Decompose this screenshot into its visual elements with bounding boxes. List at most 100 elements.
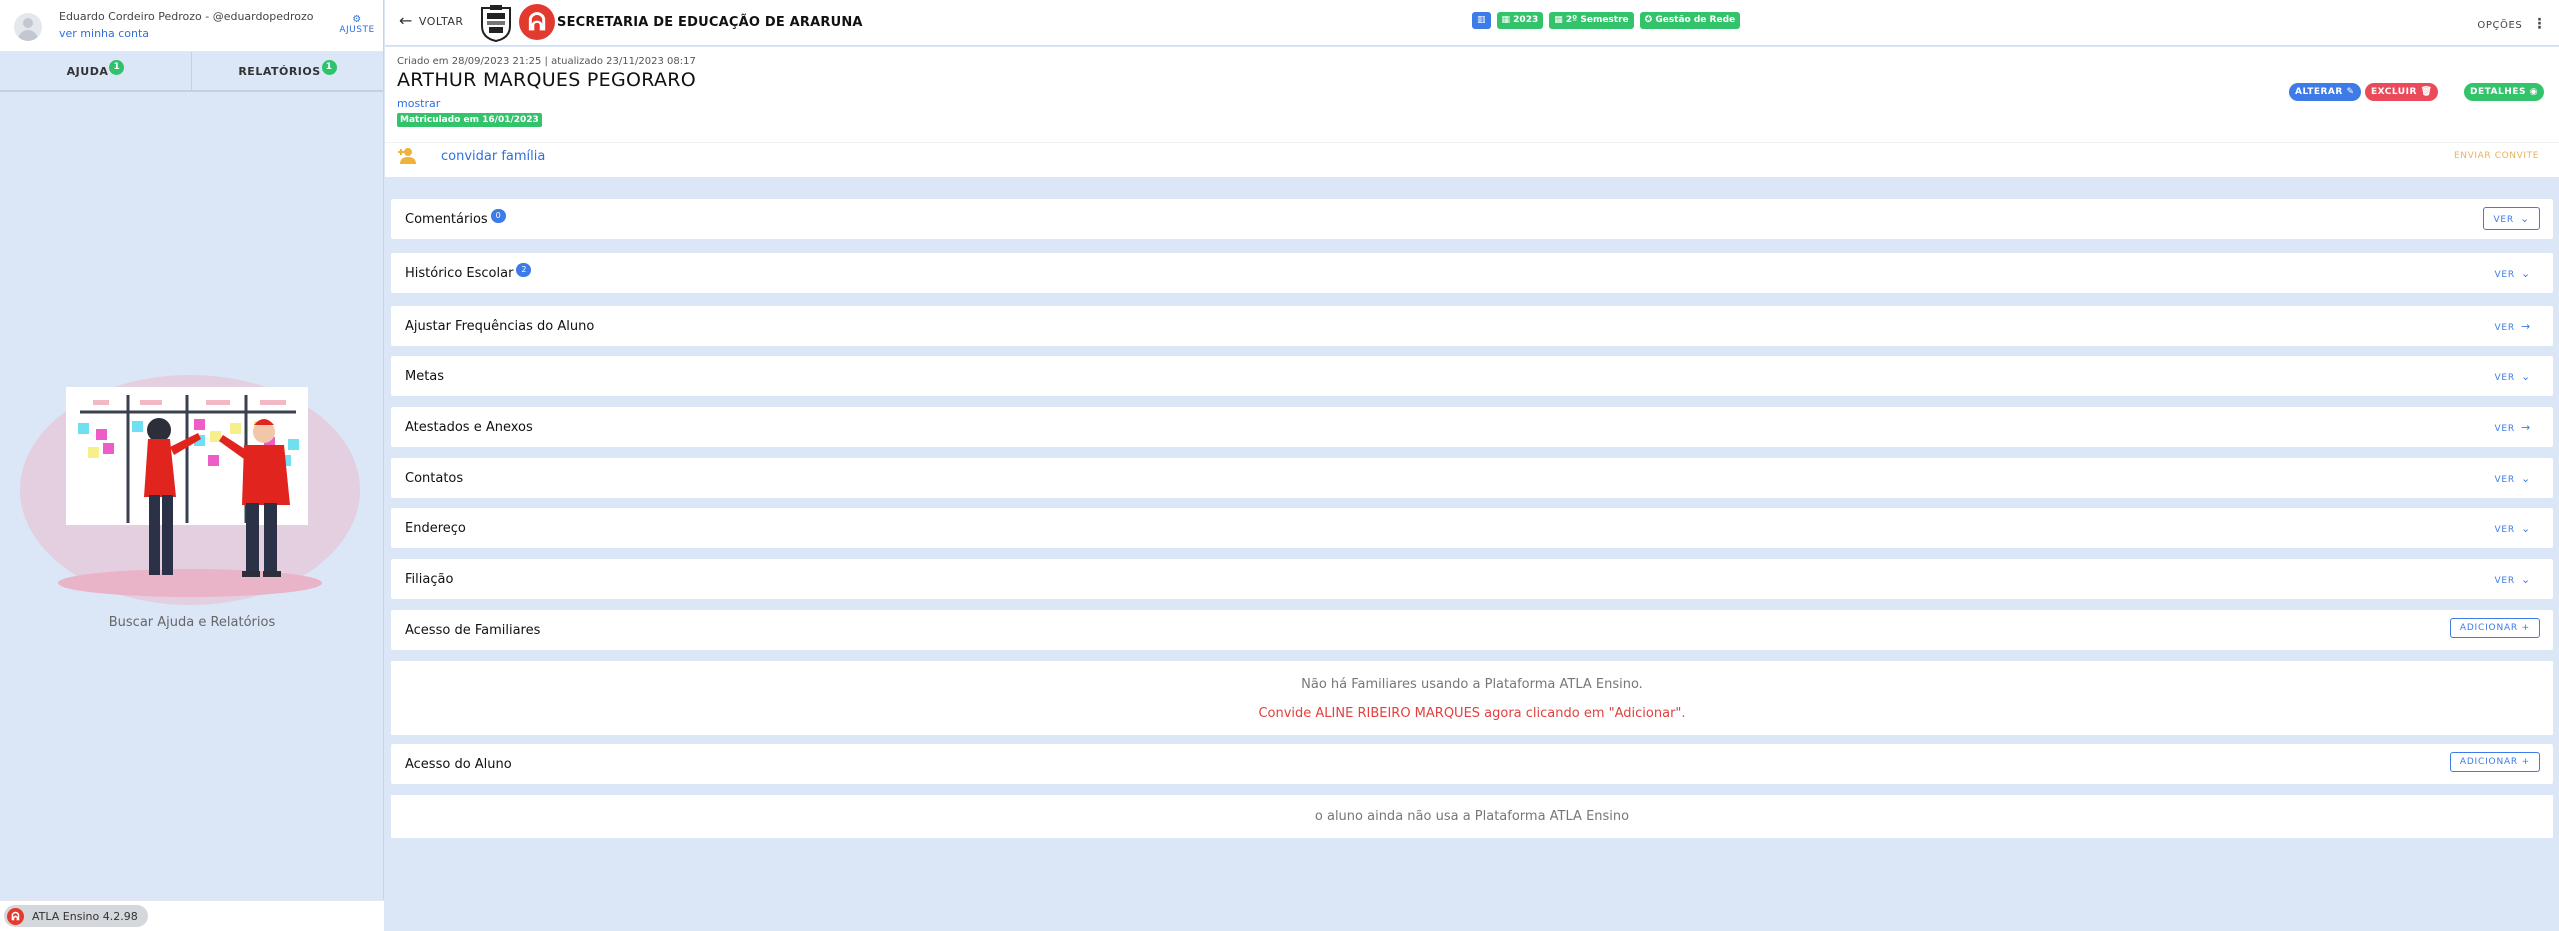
student-meta: Criado em 28/09/2023 21:25 | atualizado … xyxy=(397,56,696,67)
section-comments[interactable]: Comentários 0 VER ⌄ xyxy=(391,199,2553,239)
atla-brand-logo-icon[interactable]: ᕱ xyxy=(519,4,555,40)
student-header: Criado em 28/09/2023 21:25 | atualizado … xyxy=(385,47,2559,177)
network-chip[interactable]: ✪ Gestão de Rede xyxy=(1639,12,1741,29)
options-menu[interactable]: OPÇÕES ⋮ xyxy=(2477,16,2547,32)
avatar[interactable] xyxy=(14,13,42,41)
view-comments-label: VER xyxy=(2493,215,2514,225)
add-student-access-button[interactable]: ADICIONAR + xyxy=(2449,752,2540,772)
chart-icon: ▥ xyxy=(1477,15,1486,25)
semester-chip[interactable]: ▦ 2º Semestre xyxy=(1549,12,1634,29)
add-family-label: ADICIONAR xyxy=(2459,623,2518,633)
version-label: ATLA Ensino 4.2.98 xyxy=(32,909,138,923)
view-goals-label: VER xyxy=(2494,373,2515,383)
section-parentage-title: Filiação xyxy=(405,572,454,587)
year-chip[interactable]: ▦ 2023 xyxy=(1496,12,1544,29)
view-attendance-label: VER xyxy=(2494,323,2515,333)
section-certificates-title: Atestados e Anexos xyxy=(405,420,533,435)
arrow-right-icon: → xyxy=(2520,320,2531,333)
back-label: VOLTAR xyxy=(418,14,464,28)
calendar-icon: ▦ xyxy=(1501,15,1511,25)
my-account-link[interactable]: ver minha conta xyxy=(59,27,149,40)
kebab-menu-icon: ⋮ xyxy=(2532,16,2547,32)
family-access-panel: Não há Familiares usando a Plataforma AT… xyxy=(391,661,2553,735)
send-invite-button[interactable]: ENVIAR CONVITE xyxy=(2454,151,2539,161)
section-student-access-title: Acesso do Aluno xyxy=(405,757,512,772)
section-attendance[interactable]: Ajustar Frequências do Aluno VER → xyxy=(391,306,2553,346)
tab-reports-label: RELATÓRIOS xyxy=(238,65,321,78)
arrow-right-icon: → xyxy=(2520,421,2531,434)
year-chip-label: 2023 xyxy=(1513,15,1539,25)
add-student-access-label: ADICIONAR xyxy=(2459,757,2518,767)
view-certificates-button[interactable]: VER → xyxy=(2494,421,2531,434)
help-caption: Buscar Ajuda e Relatórios xyxy=(108,615,276,630)
section-title: Comentários 0 xyxy=(405,209,506,228)
add-family-button[interactable]: ADICIONAR + xyxy=(2449,618,2540,638)
invite-family-row: convidar família ENVIAR CONVITE xyxy=(385,142,2559,172)
student-access-panel: o aluno ainda não usa a Plataforma ATLA … xyxy=(391,795,2553,838)
city-crest-icon xyxy=(481,5,511,42)
context-chips: ▥ ▦ 2023 ▦ 2º Semestre ✪ Gestão de Rede xyxy=(1472,12,1741,29)
chevron-down-icon: ⌄ xyxy=(2520,267,2531,280)
alter-button[interactable]: ALTERAR ✎ xyxy=(2289,83,2361,101)
plus-icon: + xyxy=(2521,623,2530,633)
dashboard-chip[interactable]: ▥ xyxy=(1472,12,1491,29)
view-contacts-button[interactable]: VER ⌄ xyxy=(2494,472,2531,485)
section-parentage[interactable]: Filiação VER ⌄ xyxy=(391,559,2553,599)
view-comments-button[interactable]: VER ⌄ xyxy=(2483,207,2540,230)
view-attendance-button[interactable]: VER → xyxy=(2494,320,2531,333)
section-history-title: Histórico Escolar xyxy=(405,266,514,281)
details-button[interactable]: DETALHES ◉ xyxy=(2464,83,2544,101)
gear-icon: ⚙ xyxy=(352,14,362,25)
family-empty-message: Não há Familiares usando a Plataforma AT… xyxy=(1301,677,1643,692)
tab-help-label: AJUDA xyxy=(66,65,109,78)
tab-help[interactable]: AJUDA 1 xyxy=(0,52,191,90)
back-button[interactable]: ← VOLTAR xyxy=(399,13,464,29)
view-certificates-label: VER xyxy=(2494,424,2515,434)
version-chip[interactable]: ᕱ ATLA Ensino 4.2.98 xyxy=(4,905,148,927)
network-chip-label: Gestão de Rede xyxy=(1655,15,1736,25)
tab-reports[interactable]: RELATÓRIOS 1 xyxy=(191,52,383,90)
section-family-access: Acesso de Familiares ADICIONAR + xyxy=(391,610,2553,650)
chevron-down-icon: ⌄ xyxy=(2519,212,2530,225)
view-parentage-button[interactable]: VER ⌄ xyxy=(2494,573,2531,586)
section-title: Histórico Escolar 2 xyxy=(405,263,532,282)
semester-chip-label: 2º Semestre xyxy=(1565,15,1629,25)
section-history-badge: 2 xyxy=(516,263,532,277)
edit-icon: ✎ xyxy=(2346,87,2355,97)
chevron-down-icon: ⌄ xyxy=(2520,573,2531,586)
section-family-access-title: Acesso de Familiares xyxy=(405,623,541,638)
invite-family-link[interactable]: convidar família xyxy=(441,149,545,164)
user-name: Eduardo Cordeiro Pedrozo - @eduardopedro… xyxy=(59,10,314,23)
sidebar: Eduardo Cordeiro Pedrozo - @eduardopedro… xyxy=(0,0,384,931)
section-goals[interactable]: Metas VER ⌄ xyxy=(391,356,2553,396)
tab-help-count: 1 xyxy=(109,60,125,75)
eye-icon: ◉ xyxy=(2529,87,2538,97)
student-name: ARTHUR MARQUES PEGORARO xyxy=(397,69,697,91)
section-certificates[interactable]: Atestados e Anexos VER → xyxy=(391,407,2553,447)
options-label: OPÇÕES xyxy=(2477,20,2523,31)
show-more-link[interactable]: mostrar xyxy=(397,97,440,110)
calendar-icon: ▦ xyxy=(1554,15,1563,25)
help-illustration xyxy=(20,375,360,605)
section-comments-title: Comentários xyxy=(405,212,488,227)
details-label: DETALHES xyxy=(2470,87,2526,97)
student-access-empty-message: o aluno ainda não usa a Plataforma ATLA … xyxy=(1314,809,1630,824)
atla-logo-icon: ᕱ xyxy=(7,907,24,925)
add-user-icon xyxy=(398,148,416,164)
view-address-button[interactable]: VER ⌄ xyxy=(2494,522,2531,535)
delete-button[interactable]: EXCLUIR 🗑 xyxy=(2365,83,2439,101)
section-school-history[interactable]: Histórico Escolar 2 VER ⌄ xyxy=(391,253,2553,293)
section-address-title: Endereço xyxy=(405,521,466,536)
section-address[interactable]: Endereço VER ⌄ xyxy=(391,508,2553,548)
family-invite-message: Convide ALINE RIBEIRO MARQUES agora clic… xyxy=(1258,706,1686,721)
view-parentage-label: VER xyxy=(2494,576,2515,586)
alter-label: ALTERAR xyxy=(2295,87,2343,97)
adjust-button[interactable]: ⚙ AJUSTE xyxy=(337,14,377,36)
chevron-down-icon: ⌄ xyxy=(2520,370,2531,383)
organization-name: SECRETARIA DE EDUCAÇÃO DE ARARUNA xyxy=(557,15,863,30)
section-contacts[interactable]: Contatos VER ⌄ xyxy=(391,458,2553,498)
view-goals-button[interactable]: VER ⌄ xyxy=(2494,370,2531,383)
user-block: Eduardo Cordeiro Pedrozo - @eduardopedro… xyxy=(0,0,383,52)
enrollment-badge: Matriculado em 16/01/2023 xyxy=(397,113,542,127)
view-history-button[interactable]: VER ⌄ xyxy=(2494,267,2531,280)
